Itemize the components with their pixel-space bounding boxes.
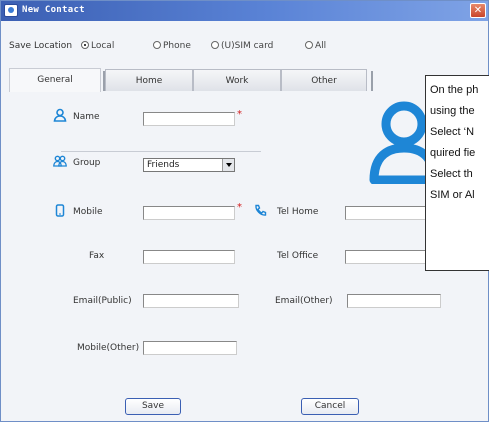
mobile-other-field[interactable] <box>143 341 237 355</box>
callout-line: SIM or Al <box>430 189 475 201</box>
email-other-label: Email(Other) <box>275 296 333 306</box>
telephone-icon <box>255 204 267 216</box>
fax-label: Fax <box>89 251 105 261</box>
email-public-label: Email(Public) <box>73 296 132 306</box>
email-public-field[interactable] <box>143 294 239 308</box>
tel-office-field[interactable] <box>345 250 427 264</box>
tab-general[interactable]: General <box>9 68 101 92</box>
group-select-value: Friends <box>147 160 180 170</box>
window-title: New Contact <box>22 5 85 15</box>
mobile-phone-icon <box>55 204 65 217</box>
group-label: Group <box>73 158 101 168</box>
instruction-callout: On the ph using the Select ‘N quired fie… <box>425 75 489 271</box>
tab-work[interactable]: Work <box>193 69 281 91</box>
tel-home-label: Tel Home <box>277 207 319 217</box>
group-icon <box>53 155 67 167</box>
radio-phone-dot <box>153 41 161 49</box>
tab-home[interactable]: Home <box>105 69 193 91</box>
email-other-field[interactable] <box>347 294 441 308</box>
tel-home-field[interactable] <box>345 206 427 220</box>
name-required-mark: * <box>237 109 242 120</box>
radio-local[interactable]: Local <box>81 41 114 51</box>
radio-all-dot <box>305 41 313 49</box>
callout-line: Select ‘N <box>430 126 475 138</box>
name-label: Name <box>73 112 100 122</box>
tab-bar: General Home Work Other <box>9 68 379 92</box>
person-icon <box>53 108 67 122</box>
group-select[interactable]: Friends <box>143 158 235 172</box>
title-bar: New Contact ✕ <box>1 1 488 21</box>
callout-line: Select th <box>430 168 473 180</box>
mobile-label: Mobile <box>73 207 103 217</box>
radio-usim-dot <box>211 41 219 49</box>
callout-line: using the <box>430 105 475 117</box>
mobile-other-label: Mobile(Other) <box>77 343 140 353</box>
radio-phone[interactable]: Phone <box>153 41 191 51</box>
fax-field[interactable] <box>143 250 235 264</box>
new-contact-window: New Contact ✕ Save Location Local Phone … <box>0 0 489 422</box>
radio-usim-card[interactable]: (U)SIM card <box>211 41 273 51</box>
cancel-button[interactable]: Cancel <box>301 398 359 415</box>
tel-office-label: Tel Office <box>277 251 319 261</box>
name-field[interactable] <box>143 112 235 126</box>
mobile-required-mark: * <box>237 202 242 213</box>
save-button[interactable]: Save <box>125 398 181 415</box>
tab-other[interactable]: Other <box>281 69 367 91</box>
app-icon <box>4 4 18 17</box>
radio-local-dot <box>81 41 89 49</box>
tab-separator-end <box>371 71 373 91</box>
chevron-down-icon[interactable] <box>222 159 234 171</box>
callout-line: On the ph <box>430 84 479 96</box>
callout-line: quired fie <box>430 147 476 159</box>
close-button[interactable]: ✕ <box>470 3 486 18</box>
save-location-label: Save Location <box>9 41 73 51</box>
radio-all[interactable]: All <box>305 41 326 51</box>
section-divider <box>61 151 261 152</box>
mobile-field[interactable] <box>143 206 235 220</box>
